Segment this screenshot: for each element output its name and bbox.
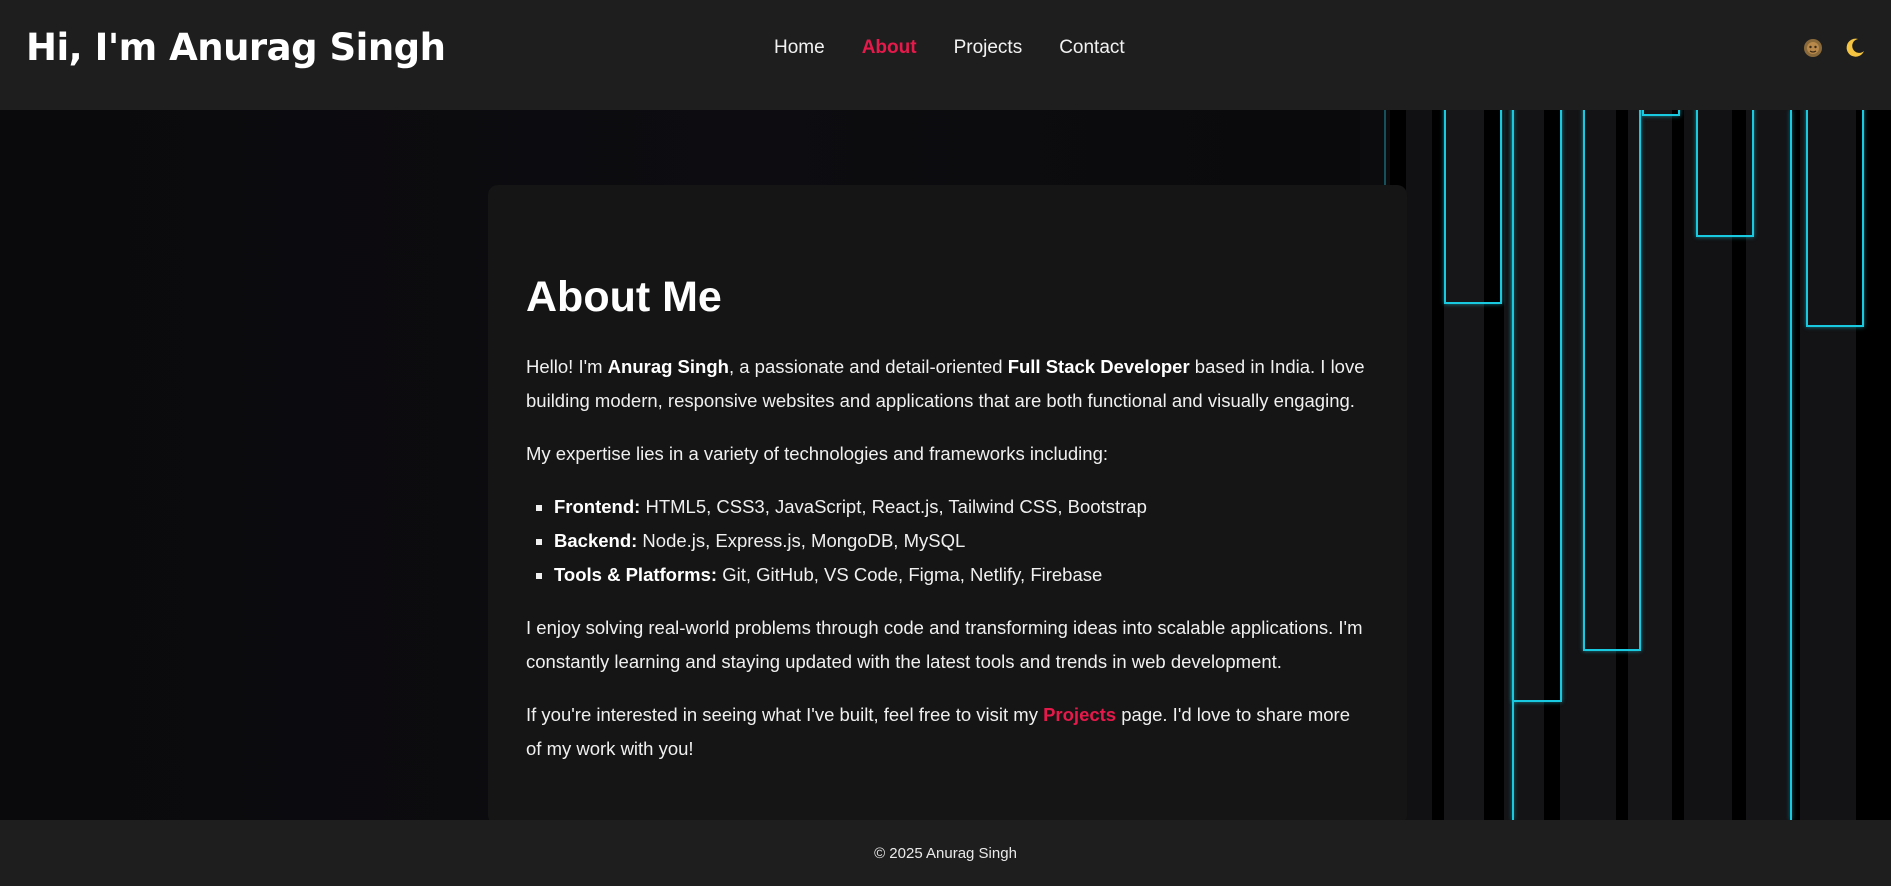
- nav-projects[interactable]: Projects: [954, 37, 1023, 59]
- nav-about[interactable]: About: [862, 37, 917, 59]
- skills-list: Frontend: HTML5, CSS3, JavaScript, React…: [554, 490, 1369, 592]
- expertise-lead: My expertise lies in a variety of techno…: [526, 443, 1109, 464]
- about-intro: Hello! I'm Anurag Singh, a passionate an…: [526, 350, 1369, 418]
- about-para-3: I enjoy solving real-world problems thro…: [526, 617, 1363, 672]
- about-heading: About Me: [526, 273, 722, 321]
- skill-label: Tools & Platforms:: [554, 564, 718, 585]
- decorative-bars: [1360, 110, 1891, 820]
- about-para-4: If you're interested in seeing what I've…: [526, 698, 1369, 766]
- moon-icon[interactable]: [1843, 36, 1867, 60]
- skill-item-frontend: Frontend: HTML5, CSS3, JavaScript, React…: [554, 490, 1369, 524]
- site-footer: © 2025 Anurag Singh: [0, 820, 1891, 886]
- avatar-icon[interactable]: [1801, 36, 1825, 60]
- projects-link[interactable]: Projects: [1043, 704, 1116, 725]
- main-nav: Home About Projects Contact: [774, 37, 1162, 59]
- nav-home[interactable]: Home: [774, 37, 825, 59]
- skill-label: Backend:: [554, 530, 638, 551]
- header-icons: [1801, 36, 1867, 60]
- skill-value: HTML5, CSS3, JavaScript, React.js, Tailw…: [640, 496, 1147, 517]
- intro-text-pre: Hello! I'm: [526, 356, 608, 377]
- skill-item-tools: Tools & Platforms: Git, GitHub, VS Code,…: [554, 558, 1369, 592]
- intro-role: Full Stack Developer: [1007, 356, 1190, 377]
- about-card: About Me Hello! I'm Anurag Singh, a pass…: [488, 185, 1407, 825]
- nav-contact[interactable]: Contact: [1059, 37, 1124, 59]
- site-header: Hi, I'm Anurag Singh Home About Projects…: [0, 0, 1891, 110]
- skill-value: Node.js, Express.js, MongoDB, MySQL: [637, 530, 966, 551]
- skill-value: Git, GitHub, VS Code, Figma, Netlify, Fi…: [717, 564, 1103, 585]
- skill-label: Frontend:: [554, 496, 641, 517]
- intro-text-mid: , a passionate and detail-oriented: [728, 356, 1008, 377]
- intro-name: Anurag Singh: [607, 356, 729, 377]
- skill-item-backend: Backend: Node.js, Express.js, MongoDB, M…: [554, 524, 1369, 558]
- para4-text-pre: If you're interested in seeing what I've…: [526, 704, 1044, 725]
- footer-copyright: © 2025 Anurag Singh: [874, 844, 1017, 862]
- site-title: Hi, I'm Anurag Singh: [26, 26, 446, 69]
